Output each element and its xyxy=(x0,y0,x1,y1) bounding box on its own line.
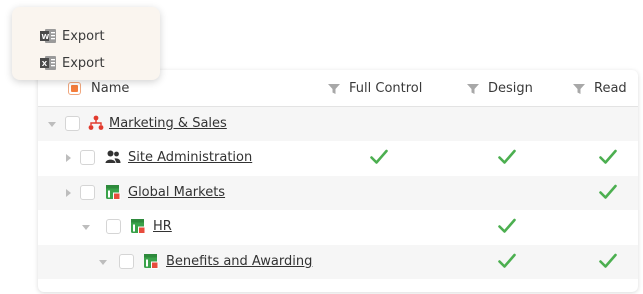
svg-text:W: W xyxy=(42,33,50,41)
checkmark-icon xyxy=(498,218,516,233)
checkmark-icon xyxy=(498,149,516,164)
site-icon xyxy=(131,219,146,234)
export-excel-item[interactable]: X Export xyxy=(40,52,105,74)
svg-text:X: X xyxy=(42,60,48,68)
chevron-right-icon[interactable] xyxy=(63,153,73,163)
table-row[interactable]: Global Markets xyxy=(38,176,638,210)
checkmark-icon xyxy=(498,253,516,268)
row-label[interactable]: Benefits and Awarding xyxy=(166,254,312,269)
column-name[interactable]: Name xyxy=(68,80,129,97)
row-checkbox[interactable] xyxy=(106,219,121,234)
table-row[interactable]: HR xyxy=(38,210,638,244)
checkmark-icon xyxy=(599,149,617,164)
export-word-label: Export xyxy=(62,28,105,44)
row-label[interactable]: Global Markets xyxy=(128,185,225,200)
checkmark-icon xyxy=(599,253,617,268)
export-word-item[interactable]: W Export xyxy=(40,25,105,47)
table-row[interactable]: Benefits and Awarding xyxy=(38,245,638,279)
export-excel-label: Export xyxy=(62,55,105,71)
column-name-label: Name xyxy=(91,81,130,96)
chevron-down-icon[interactable] xyxy=(47,119,57,129)
table-row[interactable]: Site Administration xyxy=(38,141,638,175)
select-all-checkbox[interactable] xyxy=(68,82,81,95)
filter-icon[interactable] xyxy=(573,83,585,94)
column-design[interactable]: Design xyxy=(467,80,533,97)
column-read-label: Read xyxy=(594,81,627,96)
excel-export-icon: X xyxy=(40,56,56,70)
checkmark-icon xyxy=(370,149,388,164)
site-icon xyxy=(106,185,121,200)
chevron-down-icon[interactable] xyxy=(98,257,108,267)
checkmark-icon xyxy=(599,184,617,199)
word-export-icon: W xyxy=(40,29,56,43)
permissions-grid: Name Full Control Design Read Marketing … xyxy=(38,70,638,292)
site-collection-icon xyxy=(88,115,104,130)
row-label[interactable]: Marketing & Sales xyxy=(109,116,227,131)
row-label[interactable]: Site Administration xyxy=(128,150,252,165)
filter-icon[interactable] xyxy=(328,83,340,94)
row-label[interactable]: HR xyxy=(153,219,172,234)
column-full-control-label: Full Control xyxy=(349,81,423,96)
row-checkbox[interactable] xyxy=(65,116,80,131)
row-checkbox[interactable] xyxy=(119,254,134,269)
row-checkbox[interactable] xyxy=(80,150,95,165)
column-full-control[interactable]: Full Control xyxy=(328,80,422,97)
chevron-down-icon[interactable] xyxy=(81,222,91,232)
table-row[interactable]: Marketing & Sales xyxy=(38,107,638,141)
filter-icon[interactable] xyxy=(467,83,479,94)
row-checkbox[interactable] xyxy=(80,185,95,200)
column-design-label: Design xyxy=(488,81,533,96)
site-icon xyxy=(144,254,159,269)
column-read[interactable]: Read xyxy=(573,80,627,97)
users-group-icon xyxy=(105,150,121,163)
chevron-right-icon[interactable] xyxy=(63,188,73,198)
export-menu: W Export X Export xyxy=(12,7,160,80)
